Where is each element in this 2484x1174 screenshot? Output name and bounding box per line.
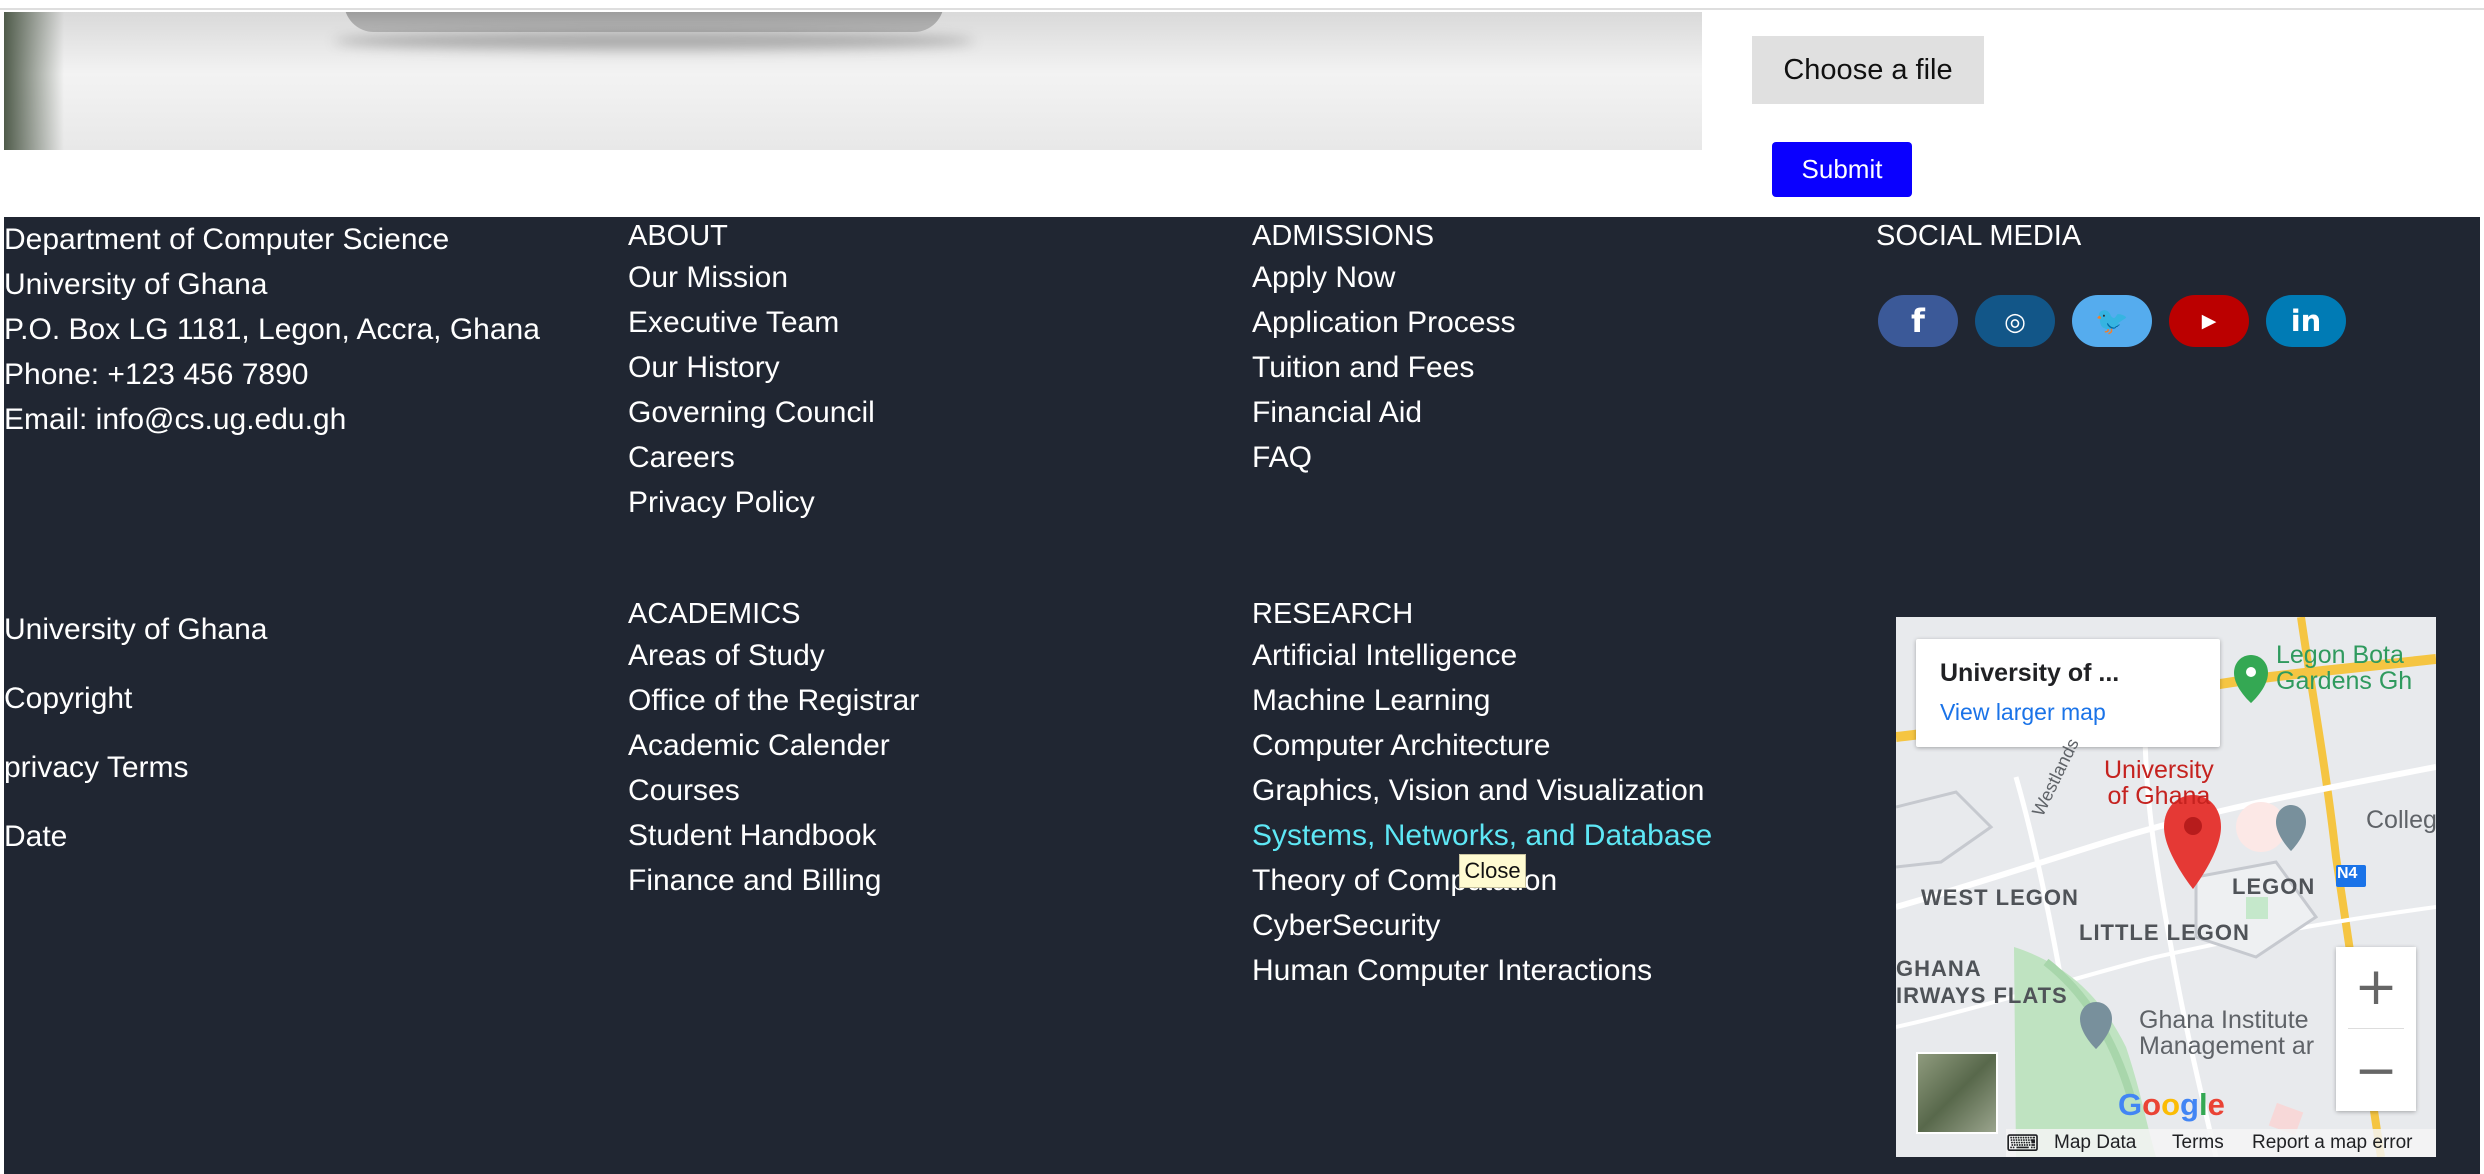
email-address: Email: info@cs.ug.edu.gh	[4, 403, 347, 436]
about-column: ABOUT Our Mission Executive Team Our His…	[628, 217, 875, 525]
research-column: RESEARCH Artificial Intelligence Machine…	[1252, 595, 1712, 993]
gimpa-label[interactable]: Ghana Institute Management ar	[2139, 1007, 2314, 1059]
admissions-column: ADMISSIONS Apply Now Application Process…	[1252, 217, 1515, 480]
social-heading: SOCIAL MEDIA	[1876, 220, 2082, 252]
ghana-area-label: GHANA	[1896, 956, 1982, 981]
legal-university-link[interactable]: University of Ghana	[4, 595, 267, 664]
instagram-icon[interactable]: ◎	[1975, 295, 2055, 347]
phone-number: Phone: +123 456 7890	[4, 358, 309, 391]
hero-image	[4, 12, 1702, 150]
map-attribution-bar: ⌨ Map Data Terms Report a map error	[2006, 1129, 2436, 1157]
academics-link[interactable]: Office of the Registrar	[628, 678, 919, 723]
keyboard-shortcuts-icon[interactable]: ⌨	[2006, 1129, 2039, 1157]
place-title: University of ...	[1940, 659, 2120, 687]
about-link[interactable]: Our History	[628, 345, 875, 390]
site-footer: Department of Computer Science Universit…	[4, 217, 2480, 1174]
laptop-image	[344, 12, 944, 32]
close-tooltip: Close	[1459, 854, 1526, 888]
department-name: Department of Computer Science	[4, 223, 450, 256]
youtube-icon[interactable]: ▶	[2169, 295, 2249, 347]
choose-file-button[interactable]: Choose a file	[1752, 36, 1984, 104]
admissions-link[interactable]: Tuition and Fees	[1252, 345, 1515, 390]
research-link[interactable]: Computer Architecture	[1252, 723, 1712, 768]
zoom-in-button[interactable]: +	[2336, 947, 2416, 1027]
map-terms-link[interactable]: Terms	[2172, 1129, 2224, 1157]
about-heading: ABOUT	[628, 220, 728, 252]
google-logo: Google	[2118, 1087, 2225, 1122]
copyright-link[interactable]: Copyright	[4, 664, 267, 733]
research-link[interactable]: Graphics, Vision and Visualization	[1252, 768, 1712, 813]
submit-button[interactable]: Submit	[1772, 142, 1912, 197]
university-name: University of Ghana	[4, 268, 268, 301]
map-data-link[interactable]: Map Data	[2054, 1129, 2136, 1157]
place-card: University of ... View larger map	[1916, 639, 2220, 747]
admissions-link[interactable]: Financial Aid	[1252, 390, 1515, 435]
embedded-map[interactable]: University of ... View larger map Legon …	[1896, 617, 2436, 1157]
academics-link[interactable]: Academic Calender	[628, 723, 919, 768]
little-legon-label: LITTLE LEGON	[2079, 920, 2250, 945]
facebook-icon[interactable]: f	[1878, 295, 1958, 347]
contact-column: Department of Computer Science Universit…	[4, 217, 540, 442]
about-link[interactable]: Careers	[628, 435, 875, 480]
privacy-terms-link[interactable]: privacy Terms	[4, 733, 267, 802]
twitter-icon[interactable]: 🐦	[2072, 295, 2152, 347]
academics-link[interactable]: Finance and Billing	[628, 858, 919, 903]
admissions-link[interactable]: FAQ	[1252, 435, 1515, 480]
top-section: Choose a file Submit	[0, 0, 2484, 217]
legon-gardens-label[interactable]: Legon Bota Gardens Gh	[2276, 642, 2412, 694]
linkedin-icon[interactable]: in	[2266, 295, 2346, 347]
college-label[interactable]: Colleg	[2366, 807, 2436, 833]
about-link[interactable]: Privacy Policy	[628, 480, 875, 525]
airways-flats-label: IRWAYS FLATS	[1896, 983, 2068, 1008]
academics-column: ACADEMICS Areas of Study Office of the R…	[628, 595, 919, 903]
admissions-link[interactable]: Apply Now	[1252, 255, 1515, 300]
academics-link[interactable]: Student Handbook	[628, 813, 919, 858]
social-column: SOCIAL MEDIA	[1876, 217, 2081, 255]
about-link[interactable]: Governing Council	[628, 390, 875, 435]
satellite-toggle[interactable]	[1916, 1052, 1998, 1134]
about-link[interactable]: Our Mission	[628, 255, 875, 300]
research-link-hovered[interactable]: Systems, Networks, and Database	[1252, 813, 1712, 858]
legon-label: LEGON	[2232, 874, 2316, 899]
research-link[interactable]: Machine Learning	[1252, 678, 1712, 723]
research-link[interactable]: CyberSecurity	[1252, 903, 1712, 948]
report-map-error-link[interactable]: Report a map error	[2252, 1129, 2413, 1157]
research-link[interactable]: Artificial Intelligence	[1252, 633, 1712, 678]
date-text: Date	[4, 820, 68, 853]
zoom-out-button[interactable]: −	[2336, 1031, 2416, 1111]
academics-link[interactable]: Courses	[628, 768, 919, 813]
top-divider	[0, 8, 2484, 10]
research-link[interactable]: Human Computer Interactions	[1252, 948, 1712, 993]
west-legon-label: WEST LEGON	[1921, 885, 2079, 910]
academics-link[interactable]: Areas of Study	[628, 633, 919, 678]
admissions-link[interactable]: Application Process	[1252, 300, 1515, 345]
research-heading: RESEARCH	[1252, 598, 1414, 630]
n4-road-sign: N4	[2337, 865, 2358, 882]
admissions-heading: ADMISSIONS	[1252, 220, 1435, 252]
academics-heading: ACADEMICS	[628, 598, 801, 630]
about-link[interactable]: Executive Team	[628, 300, 875, 345]
legal-column: University of Ghana Copyright privacy Te…	[4, 595, 267, 871]
larger-map-link[interactable]: View larger map	[1940, 699, 2106, 726]
postal-address: P.O. Box LG 1181, Legon, Accra, Ghana	[4, 313, 540, 346]
university-marker-label[interactable]: University of Ghana	[2104, 757, 2214, 809]
zoom-control: + −	[2336, 947, 2416, 1111]
